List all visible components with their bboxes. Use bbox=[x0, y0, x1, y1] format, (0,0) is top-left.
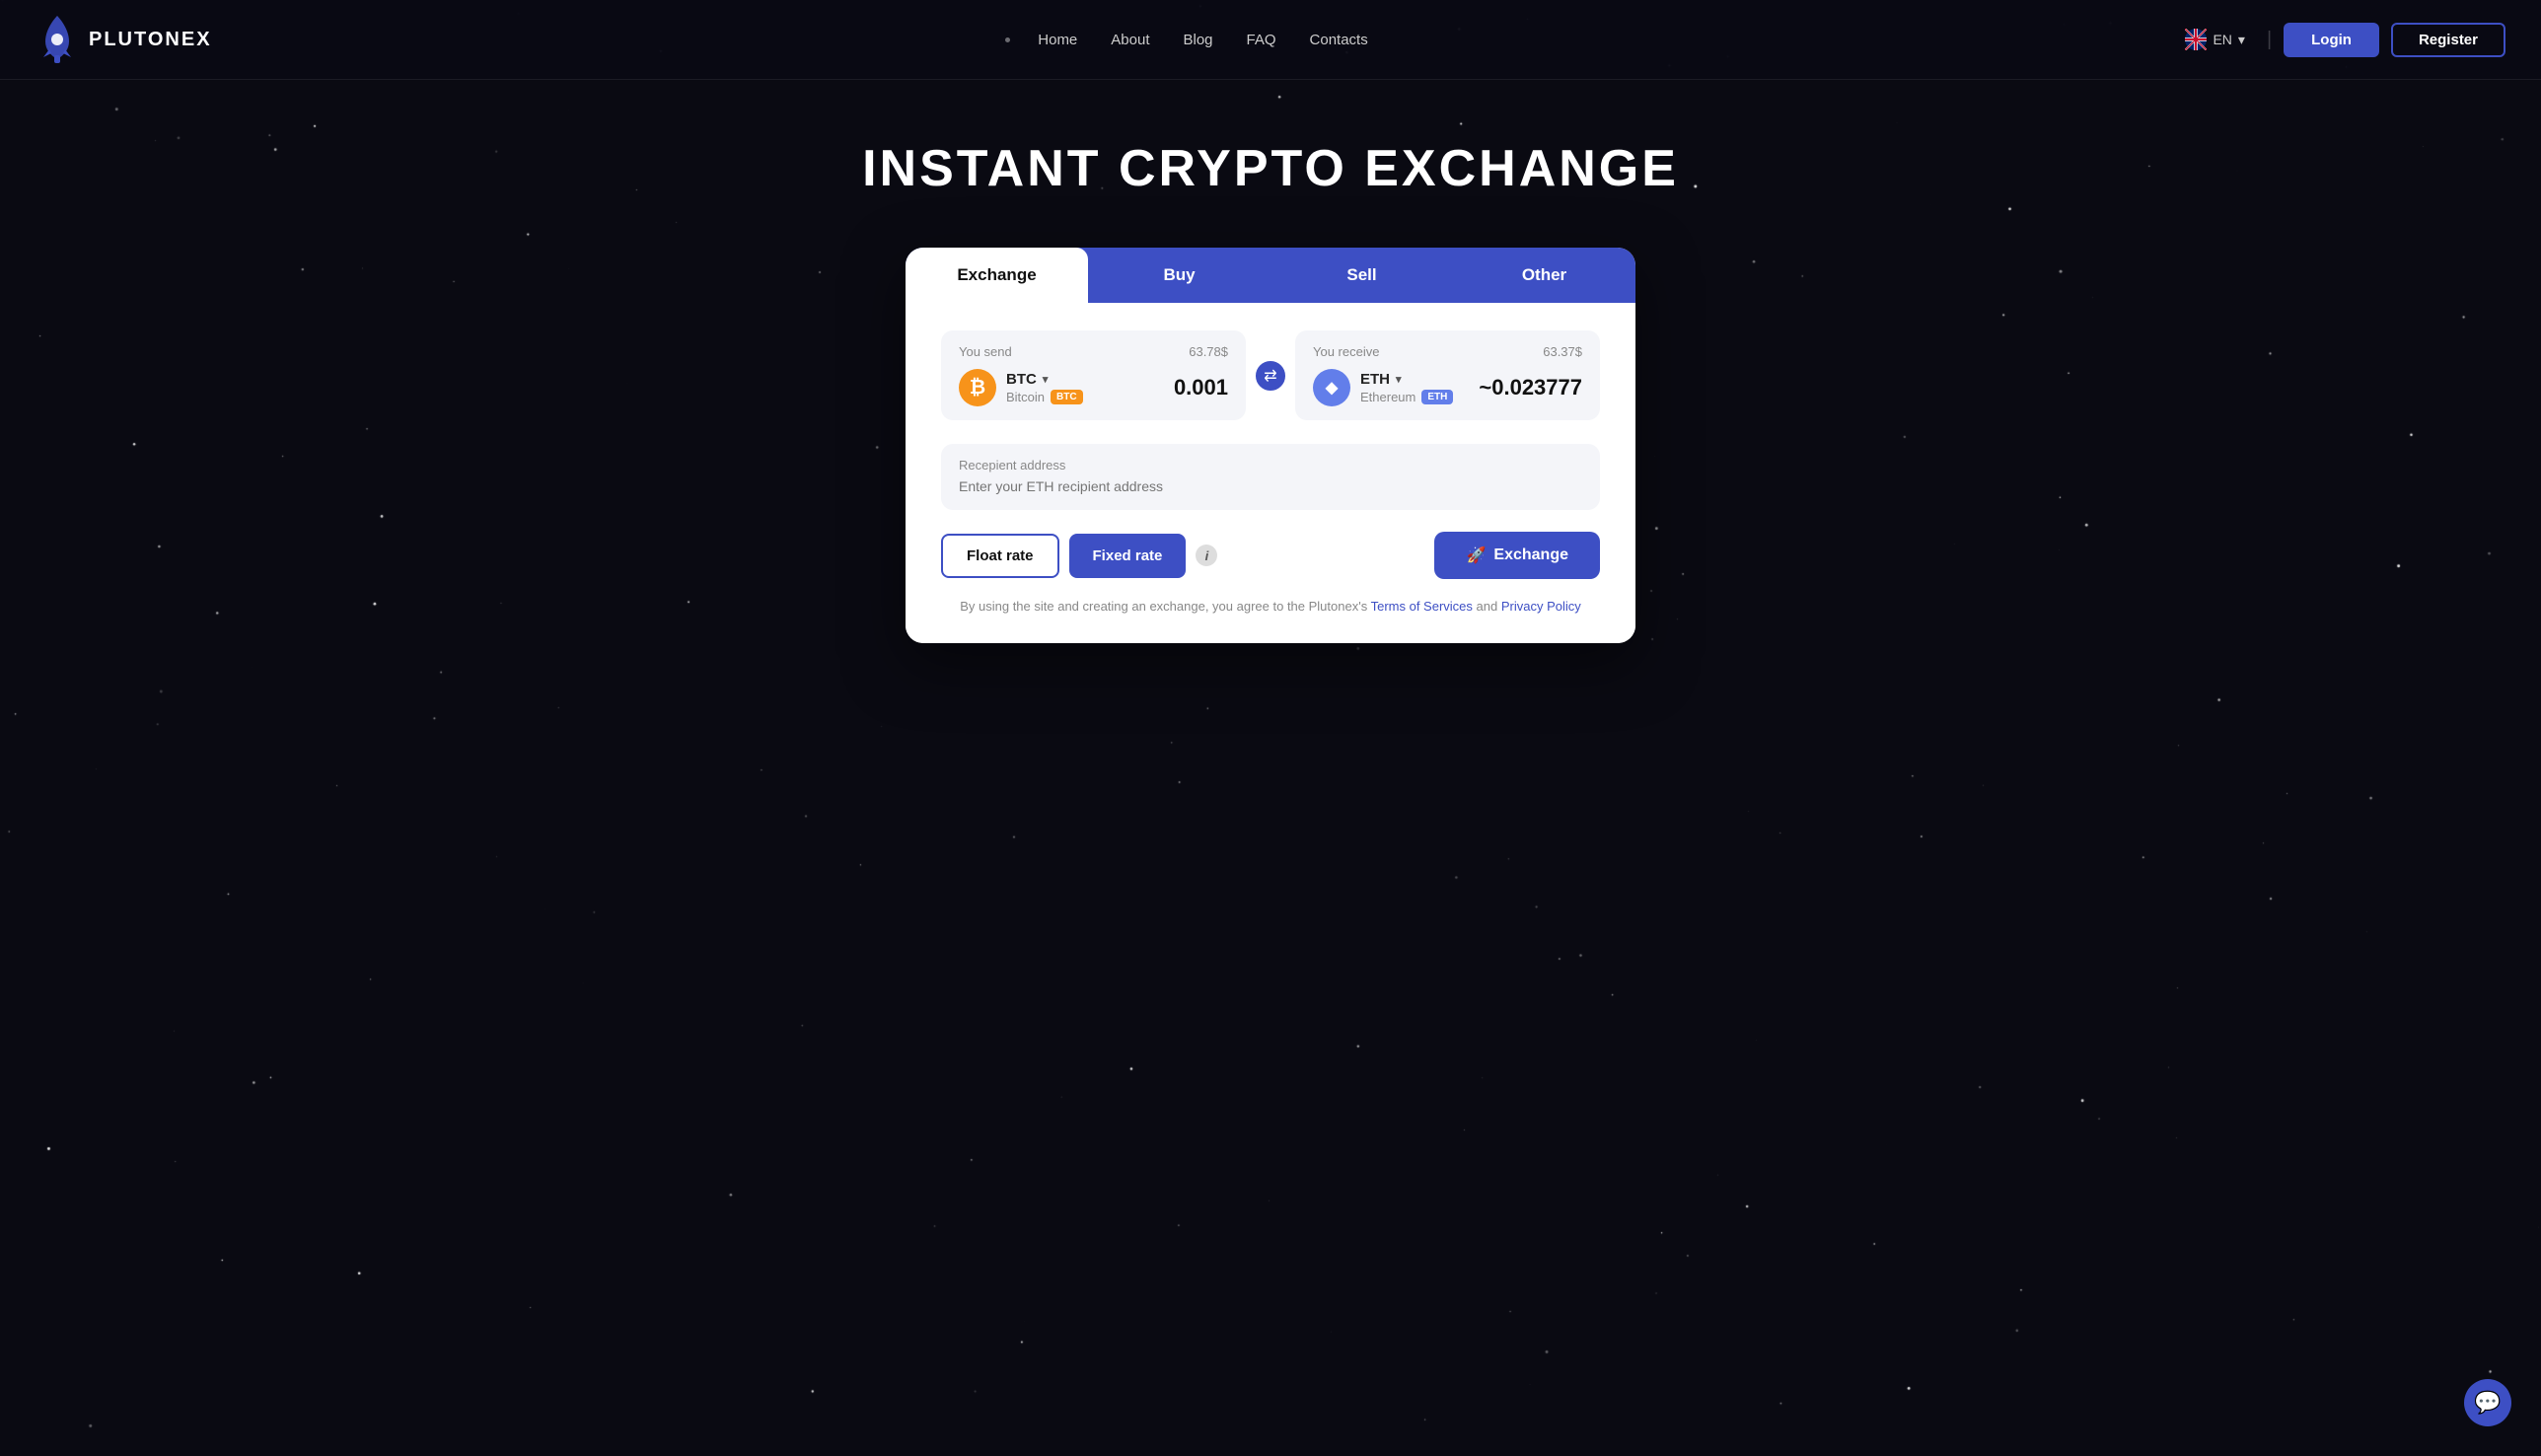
tab-buy[interactable]: Buy bbox=[1088, 248, 1270, 303]
receive-currency-left: ◆ ETH ▾ Ethereum ETH bbox=[1313, 369, 1453, 406]
login-button[interactable]: Login bbox=[2284, 23, 2379, 57]
btc-full: Bitcoin bbox=[1006, 390, 1045, 404]
send-currency-row: ₿ BTC ▾ Bitcoin BTC bbox=[959, 369, 1228, 406]
send-label: You send bbox=[959, 344, 1012, 359]
send-currency-info: BTC ▾ Bitcoin BTC bbox=[1006, 371, 1083, 404]
receive-header: You receive 63.37$ bbox=[1313, 344, 1582, 359]
card-body: You send 63.78$ ₿ BTC ▾ bbox=[906, 303, 1635, 643]
receive-box: You receive 63.37$ ◆ ETH ▾ bbox=[1295, 330, 1600, 420]
btc-icon: ₿ bbox=[959, 369, 996, 406]
register-button[interactable]: Register bbox=[2391, 23, 2505, 57]
btc-code: BTC bbox=[1006, 371, 1037, 388]
logo-text: PLUTONEX bbox=[89, 29, 212, 51]
rate-row: Float rate Fixed rate i 🚀 Exchange bbox=[941, 532, 1600, 579]
hero-title: INSTANT CRYPTO EXCHANGE bbox=[862, 139, 1679, 198]
receive-amount: ~0.023777 bbox=[1479, 375, 1582, 400]
eth-chevron-icon: ▾ bbox=[1396, 373, 1402, 386]
logo-area: PLUTONEX bbox=[36, 14, 212, 65]
nav-links: Home About Blog FAQ Contacts bbox=[1005, 26, 1381, 54]
eth-badge: ETH bbox=[1421, 390, 1453, 404]
swap-icon: ⇄ bbox=[1264, 366, 1276, 386]
language-chevron-icon: ▾ bbox=[2238, 32, 2245, 48]
chat-button[interactable]: 💬 bbox=[2464, 1379, 2511, 1426]
float-rate-button[interactable]: Float rate bbox=[941, 534, 1059, 578]
nav-dot bbox=[1005, 37, 1010, 42]
send-amount-input[interactable] bbox=[1129, 375, 1228, 400]
swap-button[interactable]: ⇄ bbox=[1253, 358, 1288, 394]
eth-name-row[interactable]: ETH ▾ bbox=[1360, 371, 1453, 388]
navbar: PLUTONEX Home About Blog FAQ Contacts EN… bbox=[0, 0, 2541, 80]
terms-and: and bbox=[1477, 599, 1501, 614]
rate-info-icon[interactable]: i bbox=[1196, 545, 1217, 566]
address-input[interactable] bbox=[959, 478, 1582, 494]
flag-icon bbox=[2185, 29, 2207, 50]
nav-contacts[interactable]: Contacts bbox=[1296, 26, 1382, 54]
exchange-label: Exchange bbox=[1493, 546, 1568, 564]
exchange-row: You send 63.78$ ₿ BTC ▾ bbox=[941, 330, 1600, 420]
tab-sell[interactable]: Sell bbox=[1270, 248, 1453, 303]
eth-icon: ◆ bbox=[1313, 369, 1350, 406]
logo-rocket-icon bbox=[36, 14, 79, 65]
nav-blog[interactable]: Blog bbox=[1169, 26, 1226, 54]
tab-other[interactable]: Other bbox=[1453, 248, 1635, 303]
btc-full-name: Bitcoin BTC bbox=[1006, 390, 1083, 404]
main-content: INSTANT CRYPTO EXCHANGE Exchange Buy Sel… bbox=[0, 80, 2541, 722]
receive-usd: 63.37$ bbox=[1543, 344, 1582, 359]
btc-badge: BTC bbox=[1051, 390, 1083, 404]
btc-name-row[interactable]: BTC ▾ bbox=[1006, 371, 1083, 388]
chat-icon: 💬 bbox=[2474, 1390, 2501, 1416]
nav-faq[interactable]: FAQ bbox=[1233, 26, 1290, 54]
eth-full: Ethereum bbox=[1360, 390, 1416, 404]
language-selector[interactable]: EN ▾ bbox=[2175, 23, 2254, 56]
eth-full-name: Ethereum ETH bbox=[1360, 390, 1453, 404]
exchange-button[interactable]: 🚀 Exchange bbox=[1434, 532, 1600, 579]
eth-code: ETH bbox=[1360, 371, 1390, 388]
exchange-card: Exchange Buy Sell Other You send 63.78$ … bbox=[906, 248, 1635, 643]
language-label: EN bbox=[2213, 32, 2231, 47]
tab-bar: Exchange Buy Sell Other bbox=[906, 248, 1635, 303]
navbar-right: EN ▾ | Login Register bbox=[2175, 23, 2505, 57]
send-box: You send 63.78$ ₿ BTC ▾ bbox=[941, 330, 1246, 420]
address-box: Recepient address bbox=[941, 444, 1600, 510]
nav-home[interactable]: Home bbox=[1024, 26, 1091, 54]
receive-currency-info: ETH ▾ Ethereum ETH bbox=[1360, 371, 1453, 404]
terms-text: By using the site and creating an exchan… bbox=[941, 599, 1600, 614]
address-label: Recepient address bbox=[959, 458, 1582, 473]
fixed-rate-button[interactable]: Fixed rate bbox=[1069, 534, 1187, 578]
send-header: You send 63.78$ bbox=[959, 344, 1228, 359]
receive-label: You receive bbox=[1313, 344, 1379, 359]
receive-currency-row: ◆ ETH ▾ Ethereum ETH bbox=[1313, 369, 1582, 406]
terms-of-service-link[interactable]: Terms of Services bbox=[1371, 599, 1473, 614]
btc-chevron-icon: ▾ bbox=[1043, 373, 1049, 386]
nav-about[interactable]: About bbox=[1097, 26, 1163, 54]
exchange-icon: 🚀 bbox=[1466, 546, 1486, 565]
send-currency-left: ₿ BTC ▾ Bitcoin BTC bbox=[959, 369, 1083, 406]
send-usd: 63.78$ bbox=[1189, 344, 1228, 359]
tab-exchange[interactable]: Exchange bbox=[906, 248, 1088, 303]
divider: | bbox=[2267, 29, 2272, 51]
privacy-policy-link[interactable]: Privacy Policy bbox=[1501, 599, 1581, 614]
terms-prefix: By using the site and creating an exchan… bbox=[960, 599, 1367, 614]
